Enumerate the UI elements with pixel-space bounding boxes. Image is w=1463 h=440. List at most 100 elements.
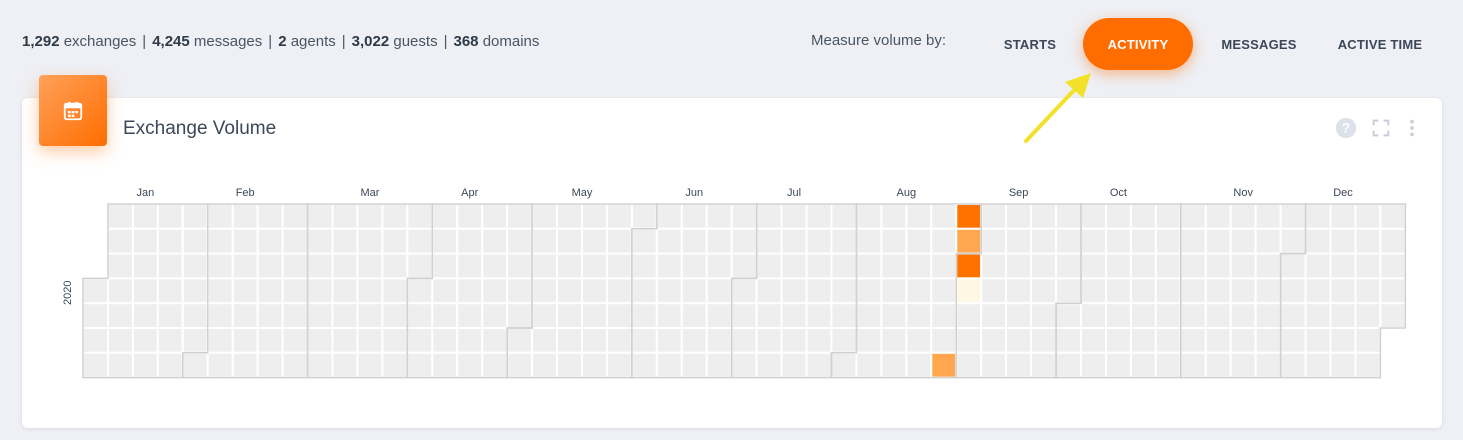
heatmap-cell[interactable]: [1379, 203, 1407, 230]
heatmap-cell[interactable]: [1154, 277, 1182, 305]
heatmap-cell[interactable]: [1179, 351, 1207, 379]
heatmap-cell[interactable]: [131, 327, 159, 354]
heatmap-cell[interactable]: [630, 277, 658, 305]
heatmap-cell[interactable]: [1030, 351, 1058, 379]
heatmap-cell[interactable]: [1229, 302, 1257, 330]
heatmap-cell[interactable]: [556, 277, 583, 305]
heatmap-cell[interactable]: [605, 277, 633, 305]
heatmap-cell[interactable]: [356, 227, 384, 255]
heatmap-cell[interactable]: [905, 302, 933, 330]
heatmap-cell[interactable]: [955, 327, 983, 354]
heatmap-cell[interactable]: [306, 327, 334, 354]
heatmap-cell[interactable]: [1304, 203, 1332, 230]
heatmap-cell[interactable]: [730, 327, 758, 354]
heatmap-cell[interactable]: [581, 277, 608, 305]
heatmap-cell[interactable]: [331, 351, 359, 379]
heatmap-cell[interactable]: [456, 227, 484, 255]
heatmap-cell[interactable]: [1005, 227, 1033, 255]
heatmap-cell[interactable]: [1304, 252, 1332, 280]
heatmap-cell[interactable]: [1055, 351, 1083, 379]
heatmap-cell[interactable]: [1030, 327, 1058, 354]
heatmap-cell[interactable]: [1354, 327, 1382, 354]
heatmap-cell[interactable]: [830, 227, 858, 255]
heatmap-cell[interactable]: [1229, 277, 1257, 305]
heatmap-cell[interactable]: [1354, 203, 1382, 230]
heatmap-cell[interactable]: [955, 302, 983, 330]
heatmap-cell[interactable]: [880, 302, 908, 330]
heatmap-cell[interactable]: [705, 203, 733, 230]
heatmap-cell[interactable]: [730, 203, 758, 230]
heatmap-cell[interactable]: [506, 252, 534, 280]
heatmap-cell[interactable]: [231, 277, 259, 305]
heatmap-cell[interactable]: [830, 252, 858, 280]
heatmap-cell[interactable]: [106, 227, 134, 255]
heatmap-cell[interactable]: [1179, 277, 1207, 305]
heatmap-cell[interactable]: [406, 277, 434, 305]
heatmap-cell[interactable]: [880, 203, 908, 230]
heatmap-cell[interactable]: [581, 351, 608, 379]
heatmap-cell[interactable]: [1179, 302, 1207, 330]
heatmap-cell[interactable]: [431, 277, 459, 305]
heatmap-cell[interactable]: [1129, 351, 1157, 379]
heatmap-cell[interactable]: [1154, 327, 1182, 354]
heatmap-cell[interactable]: [1329, 327, 1357, 354]
heatmap-cell[interactable]: [1104, 277, 1132, 305]
heatmap-cell[interactable]: [1254, 351, 1282, 379]
heatmap-cell[interactable]: [581, 302, 608, 330]
heatmap-cell[interactable]: [905, 252, 933, 280]
heatmap-cell[interactable]: [406, 302, 434, 330]
heatmap-cell[interactable]: [605, 351, 633, 379]
heatmap-cell[interactable]: [481, 203, 509, 230]
heatmap-cell[interactable]: [1254, 252, 1282, 280]
heatmap-cell[interactable]: [281, 252, 309, 280]
heatmap-cell[interactable]: [131, 227, 159, 255]
heatmap-cell[interactable]: [705, 277, 733, 305]
heatmap-cell[interactable]: [356, 277, 384, 305]
heatmap-cell[interactable]: [1129, 203, 1157, 230]
heatmap-cell[interactable]: [705, 351, 733, 379]
heatmap-cell-active[interactable]: [955, 277, 983, 305]
heatmap-cell[interactable]: [356, 351, 384, 379]
heatmap-cell[interactable]: [581, 327, 608, 354]
heatmap-cell[interactable]: [930, 252, 958, 280]
heatmap-cell[interactable]: [755, 252, 783, 280]
heatmap-cell[interactable]: [1104, 227, 1132, 255]
heatmap-cell[interactable]: [1005, 277, 1033, 305]
heatmap-cell[interactable]: [1329, 252, 1357, 280]
heatmap-cell[interactable]: [855, 327, 883, 354]
heatmap-cell[interactable]: [1354, 302, 1382, 330]
heatmap-cell[interactable]: [655, 351, 683, 379]
heatmap-cell[interactable]: [1354, 351, 1382, 379]
heatmap-cell[interactable]: [1304, 302, 1332, 330]
heatmap-cell[interactable]: [131, 351, 159, 379]
heatmap-cell[interactable]: [431, 351, 459, 379]
heatmap-cell[interactable]: [1329, 277, 1357, 305]
heatmap-cell[interactable]: [805, 351, 833, 379]
heatmap-cell[interactable]: [206, 351, 234, 379]
heatmap-cell[interactable]: [106, 277, 134, 305]
heatmap-cell[interactable]: [406, 227, 434, 255]
heatmap-cell[interactable]: [1104, 203, 1132, 230]
heatmap-cell[interactable]: [581, 227, 608, 255]
heatmap-cell[interactable]: [755, 227, 783, 255]
heatmap-cell[interactable]: [181, 302, 209, 330]
heatmap-cell[interactable]: [231, 327, 259, 354]
heatmap-cell[interactable]: [1055, 252, 1083, 280]
heatmap-cell[interactable]: [206, 302, 234, 330]
heatmap-cell[interactable]: [805, 252, 833, 280]
heatmap-cell[interactable]: [256, 203, 284, 230]
heatmap-cell[interactable]: [456, 277, 484, 305]
heatmap-cell[interactable]: [1080, 327, 1107, 354]
heatmap-cell[interactable]: [605, 203, 633, 230]
heatmap-cell[interactable]: [630, 252, 658, 280]
heatmap-cell[interactable]: [1129, 327, 1157, 354]
heatmap-cell[interactable]: [581, 252, 608, 280]
heatmap-cell[interactable]: [855, 351, 883, 379]
heatmap-cell[interactable]: [905, 203, 933, 230]
heatmap-cell[interactable]: [181, 227, 209, 255]
heatmap-cell[interactable]: [106, 203, 134, 230]
heatmap-cell[interactable]: [1379, 227, 1407, 255]
heatmap-cell[interactable]: [1304, 277, 1332, 305]
heatmap-cell[interactable]: [206, 252, 234, 280]
heatmap-cell[interactable]: [1329, 203, 1357, 230]
